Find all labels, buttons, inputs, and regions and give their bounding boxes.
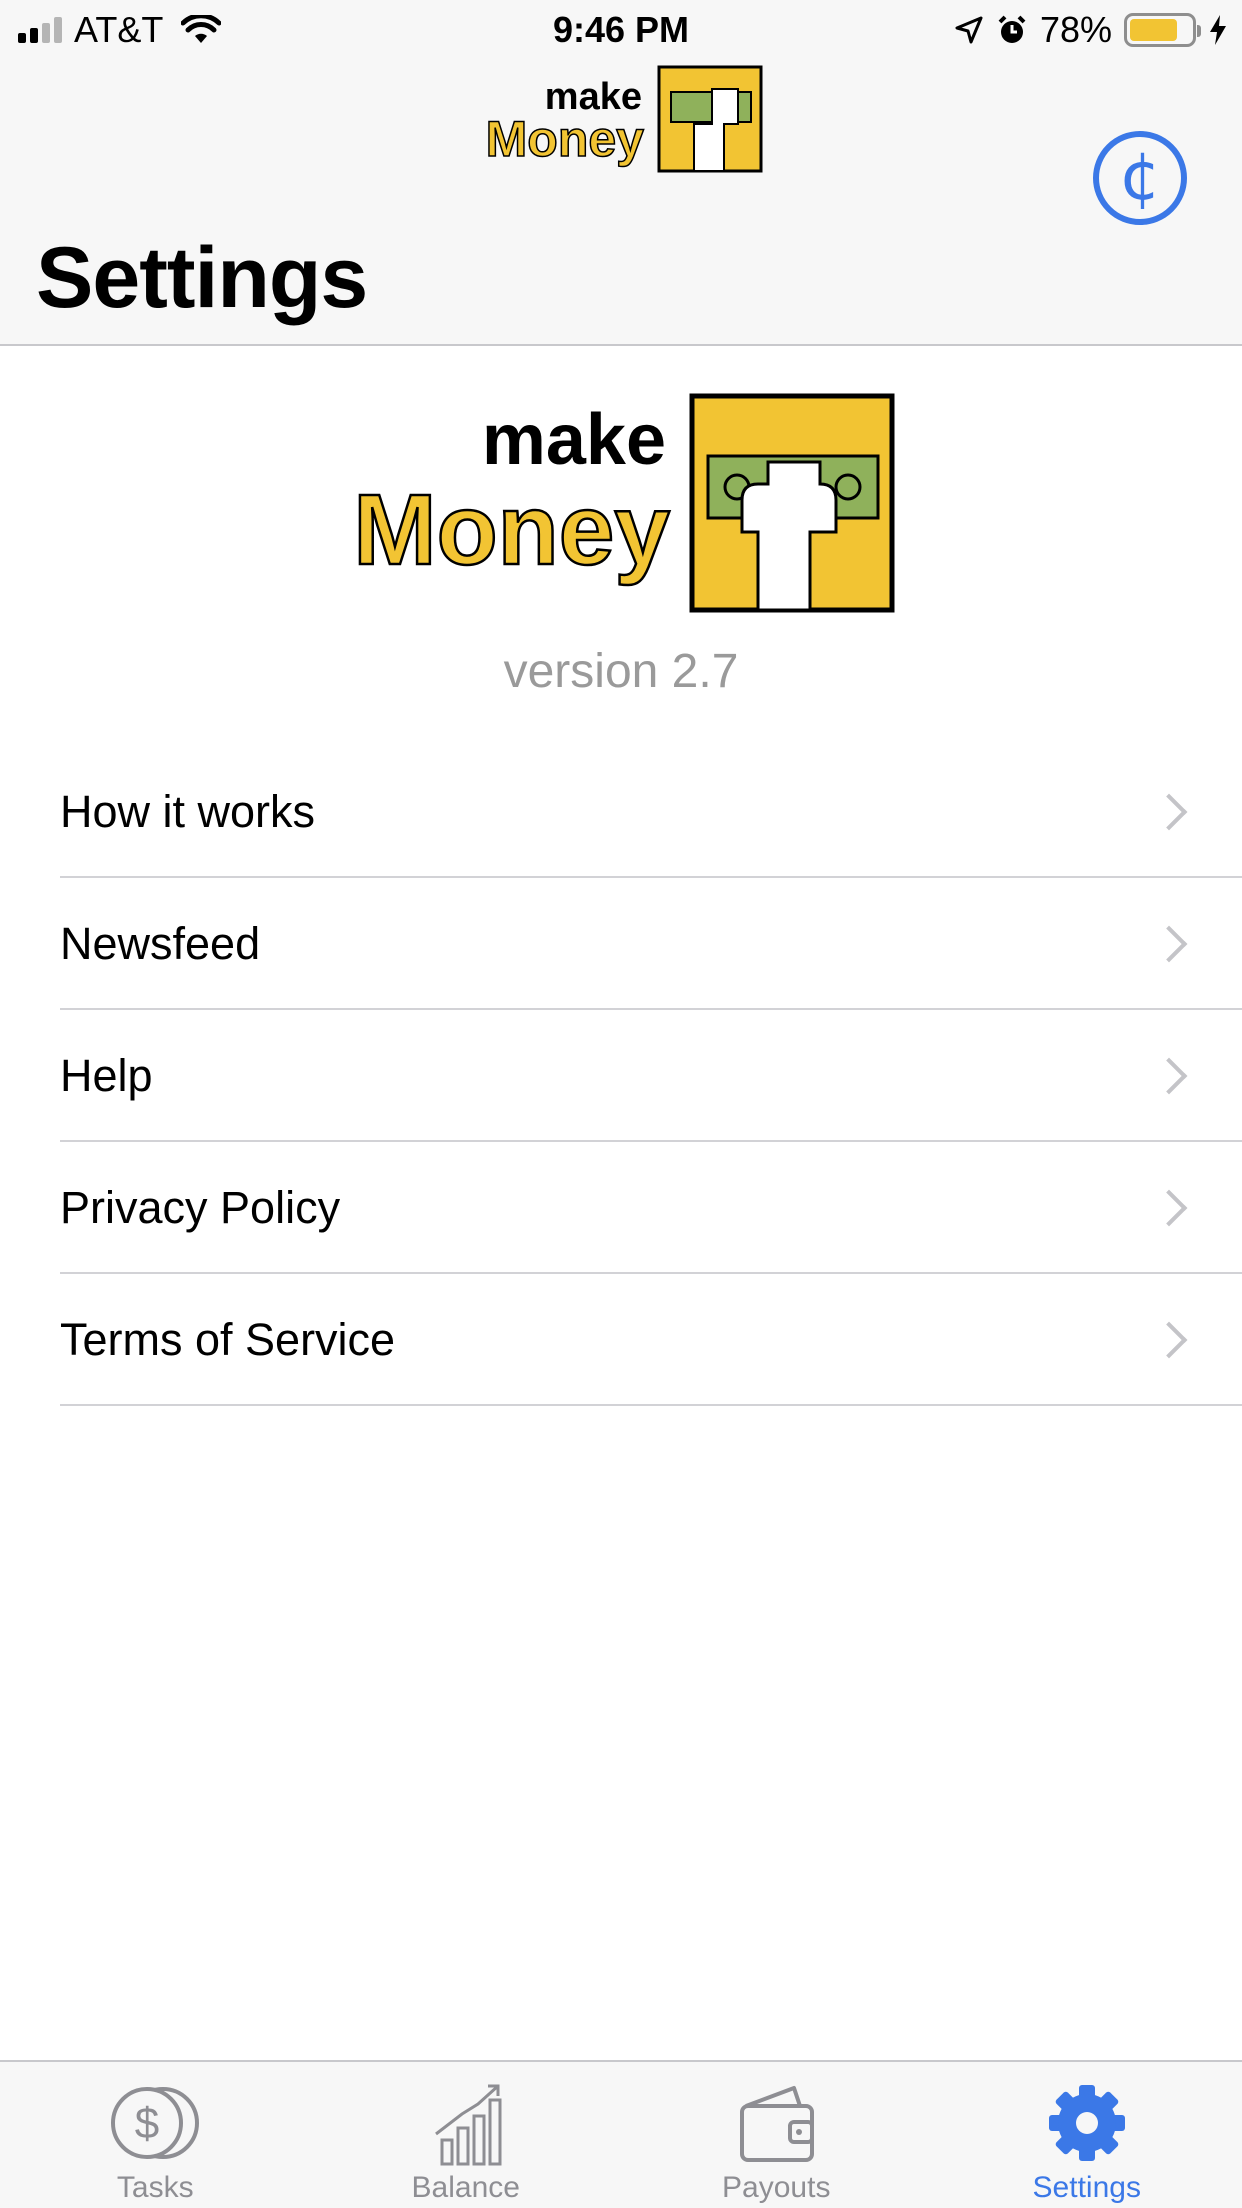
menu-item-newsfeed[interactable]: Newsfeed xyxy=(0,878,1242,1010)
hero-logo-make: make xyxy=(482,400,666,480)
tab-label: Payouts xyxy=(722,2171,831,2204)
hero-logo-money: Money xyxy=(353,474,670,586)
menu-item-how-it-works[interactable]: How it works xyxy=(0,746,1242,878)
tab-label: Settings xyxy=(1032,2171,1141,2204)
tab-label: Tasks xyxy=(116,2171,194,2204)
menu-item-label: How it works xyxy=(60,786,316,837)
wallet-icon xyxy=(740,2086,815,2162)
app-version: version 2.7 xyxy=(503,645,739,698)
location-arrow-icon xyxy=(955,16,983,44)
nav-logo-money: Money xyxy=(486,111,645,167)
page-title: Settings xyxy=(36,230,368,326)
navigation-bar: make Money ¢ Settings xyxy=(0,60,1242,346)
tab-balance[interactable]: Balance xyxy=(311,2062,622,2208)
alarm-clock-icon xyxy=(998,15,1026,43)
chart-icon xyxy=(434,2084,502,2166)
make-money-hero-logo: make Money xyxy=(352,393,895,613)
menu-item-label: Newsfeed xyxy=(60,918,261,969)
chevron-right-icon xyxy=(1150,1189,1188,1227)
tab-tasks[interactable]: $ Tasks xyxy=(0,2062,311,2208)
menu-item-label: Privacy Policy xyxy=(60,1182,341,1233)
gear-icon xyxy=(1048,2085,1125,2161)
battery-icon xyxy=(1124,13,1201,47)
battery-level xyxy=(1130,19,1177,41)
tab-settings[interactable]: Settings xyxy=(932,2062,1242,2208)
menu-item-terms-of-service[interactable]: Terms of Service xyxy=(0,1274,1242,1406)
menu-item-privacy-policy[interactable]: Privacy Policy xyxy=(0,1142,1242,1274)
tab-bar: $ Tasks Balance Payouts Settings xyxy=(0,2060,1242,2208)
chevron-right-icon xyxy=(1150,1057,1188,1095)
menu-item-help[interactable]: Help xyxy=(0,1010,1242,1142)
settings-menu: How it works Newsfeed Help Privacy Polic… xyxy=(0,746,1242,1406)
chevron-right-icon xyxy=(1150,1321,1188,1359)
chevron-right-icon xyxy=(1150,925,1188,963)
coin-balance-button[interactable]: ¢ xyxy=(1093,131,1187,225)
svg-text:$: $ xyxy=(135,2099,159,2148)
make-money-logo: make Money xyxy=(485,65,763,173)
tab-label: Balance xyxy=(411,2171,520,2204)
battery-percent: 78% xyxy=(1039,9,1112,50)
coins-icon: $ xyxy=(111,2087,200,2159)
status-bar: AT&T 9:46 PM 78% xyxy=(0,0,1242,60)
menu-item-label: Terms of Service xyxy=(60,1314,396,1365)
status-right: 78% xyxy=(954,9,1228,50)
menu-item-label: Help xyxy=(60,1050,153,1101)
chevron-right-icon xyxy=(1150,793,1188,831)
charging-bolt-icon xyxy=(1210,15,1226,45)
tab-payouts[interactable]: Payouts xyxy=(621,2062,932,2208)
